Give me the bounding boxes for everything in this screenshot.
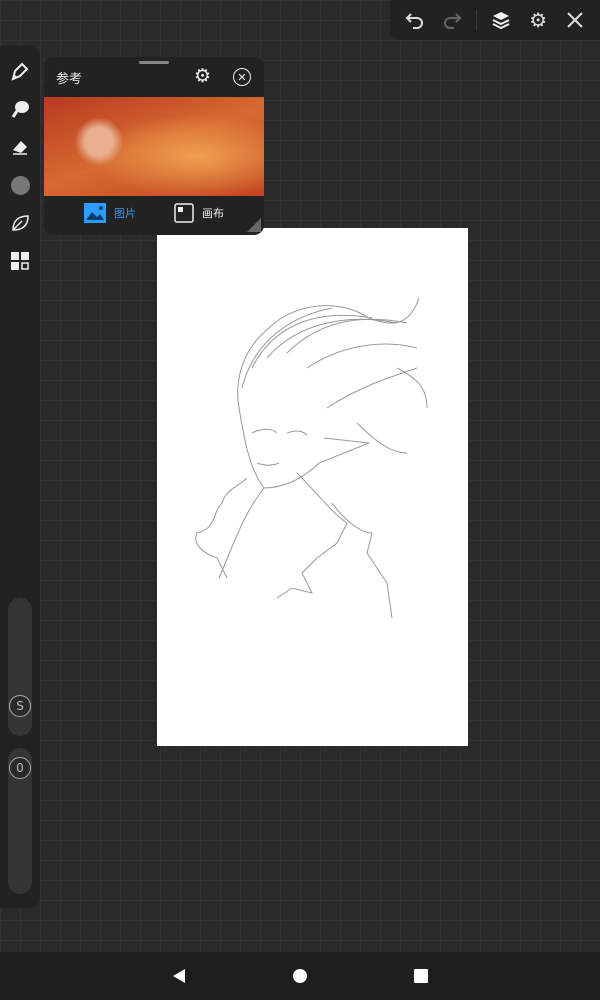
settings-icon[interactable]: ⚙ xyxy=(525,7,551,33)
tab-canvas[interactable]: 画布 xyxy=(174,203,224,223)
close-circle-icon[interactable]: ✕ xyxy=(233,68,251,86)
divider xyxy=(475,10,477,30)
settings-icon[interactable]: ⚙ xyxy=(194,66,211,86)
left-toolbar: S 0 xyxy=(0,46,40,908)
resize-handle-icon[interactable] xyxy=(246,217,262,233)
eraser-icon[interactable] xyxy=(8,135,32,159)
redo-icon[interactable] xyxy=(439,7,465,33)
drawing-canvas[interactable] xyxy=(157,228,468,746)
smudge-icon[interactable] xyxy=(8,97,32,121)
back-icon[interactable] xyxy=(171,968,187,984)
tab-image[interactable]: 图片 xyxy=(84,203,136,223)
image-icon xyxy=(84,203,106,223)
recents-icon[interactable] xyxy=(413,968,429,984)
opacity-slider-knob[interactable]: 0 xyxy=(9,757,31,779)
reference-title: 参考 xyxy=(56,72,83,87)
brush-icon[interactable] xyxy=(8,59,32,83)
top-toolbar: ⚙ xyxy=(390,0,600,40)
reference-panel: 参考 ⚙ ✕ 图片 画布 xyxy=(44,57,264,235)
canvas-icon xyxy=(174,203,194,223)
system-nav-bar xyxy=(0,952,600,1000)
size-slider-knob[interactable]: S xyxy=(9,695,31,717)
sketch-drawing xyxy=(195,297,428,619)
reference-image xyxy=(44,97,264,196)
undo-icon[interactable] xyxy=(402,7,428,33)
drag-handle[interactable] xyxy=(139,61,169,64)
close-icon[interactable] xyxy=(562,7,588,33)
layers-icon[interactable] xyxy=(488,7,514,33)
home-icon[interactable] xyxy=(292,968,308,984)
grid-icon[interactable] xyxy=(8,249,32,273)
leaf-icon[interactable] xyxy=(8,211,32,235)
color-icon[interactable] xyxy=(8,173,32,197)
